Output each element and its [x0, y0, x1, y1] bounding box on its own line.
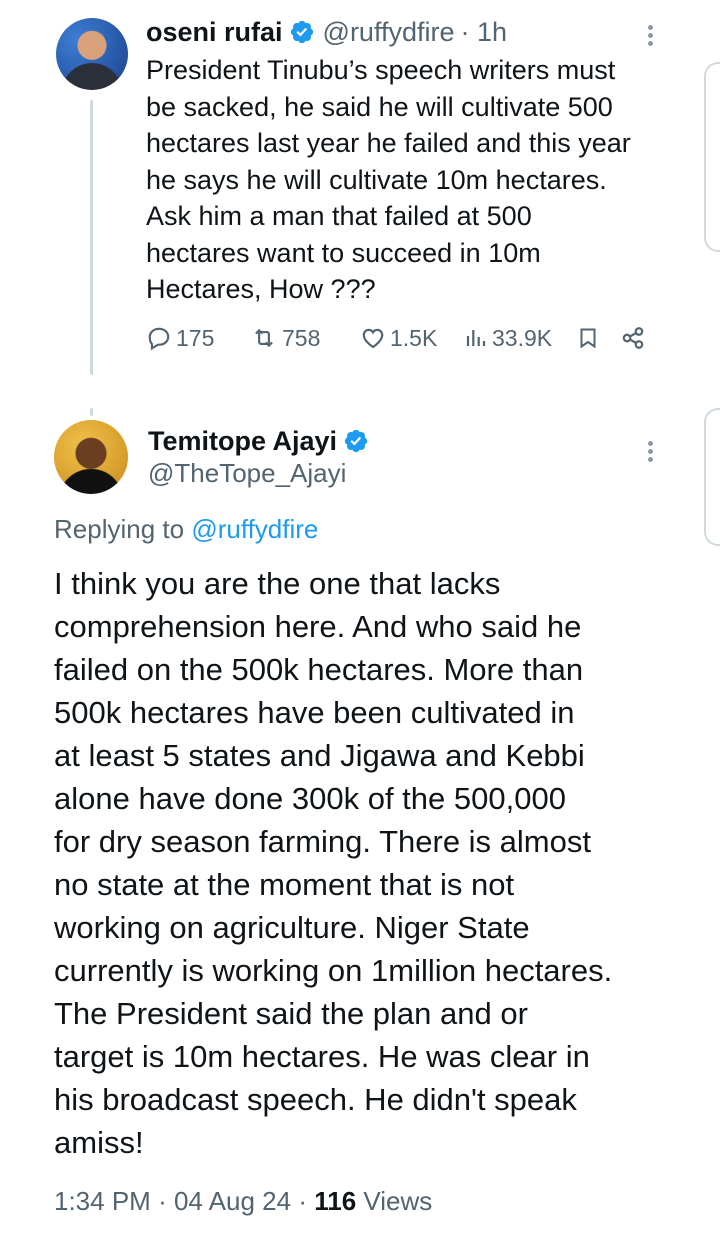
tweet2-text: I think you are the one that lacks compr… — [54, 566, 613, 1160]
more-options-icon[interactable] — [648, 22, 653, 49]
more-options-icon[interactable] — [648, 438, 653, 465]
tweet1-time[interactable]: · 1h — [461, 17, 508, 48]
thread-line — [90, 100, 93, 375]
reply-count: 175 — [176, 324, 215, 351]
retweet-count: 758 — [282, 324, 321, 351]
share-icon — [622, 327, 644, 349]
edge-decoration — [704, 408, 720, 546]
tweet2-handle[interactable]: @TheTope_Ajayi — [148, 458, 346, 489]
reply-icon — [148, 327, 170, 351]
tweet2-views-label: Views — [363, 1186, 433, 1216]
replying-to-link[interactable]: @ruffydfire — [191, 514, 318, 544]
like-icon — [362, 328, 384, 349]
like-button[interactable]: 1.5K — [360, 325, 464, 352]
tweet2-time[interactable]: 1:34 PM — [54, 1186, 151, 1216]
bookmark-button[interactable] — [576, 325, 620, 351]
views-count: 33.9K — [492, 324, 553, 351]
tweet1-handle[interactable]: @ruffydfire — [323, 17, 455, 48]
like-count: 1.5K — [390, 324, 438, 351]
avatar-oseni-rufai[interactable] — [56, 18, 128, 90]
tweet1-author-name[interactable]: oseni rufai — [146, 17, 283, 48]
replying-prefix: Replying to — [54, 514, 192, 544]
tweet2-author-name[interactable]: Temitope Ajayi — [148, 426, 337, 457]
tweet1-header: oseni rufai @ruffydfire · 1h — [146, 14, 507, 50]
tweet1-text: President Tinubu’s speech writers must b… — [146, 55, 631, 304]
retweet-button[interactable]: 758 — [250, 325, 360, 352]
views-button[interactable]: 33.9K — [464, 325, 576, 352]
thread-line-stub — [90, 408, 93, 416]
verified-badge-icon — [344, 429, 368, 453]
reply-button[interactable]: 175 — [146, 325, 250, 352]
tweet2-date[interactable]: 04 Aug 24 — [174, 1186, 291, 1216]
avatar-temitope-ajayi[interactable] — [54, 420, 128, 494]
tweet1-action-bar: 175 758 1.5K 33.9K — [146, 318, 646, 358]
views-icon — [466, 330, 486, 346]
tweet2-meta: 1:34 PM · 04 Aug 24 · 116 Views — [54, 1186, 433, 1216]
tweet2-views-count: 116 — [314, 1186, 357, 1216]
replying-to: Replying to @ruffydfire — [54, 514, 318, 545]
tweet2-author-row: Temitope Ajayi — [148, 424, 369, 458]
edge-decoration — [704, 62, 720, 252]
retweet-icon — [255, 328, 273, 348]
verified-badge-icon — [290, 20, 313, 44]
share-button[interactable] — [620, 325, 646, 351]
bookmark-icon — [580, 328, 596, 349]
